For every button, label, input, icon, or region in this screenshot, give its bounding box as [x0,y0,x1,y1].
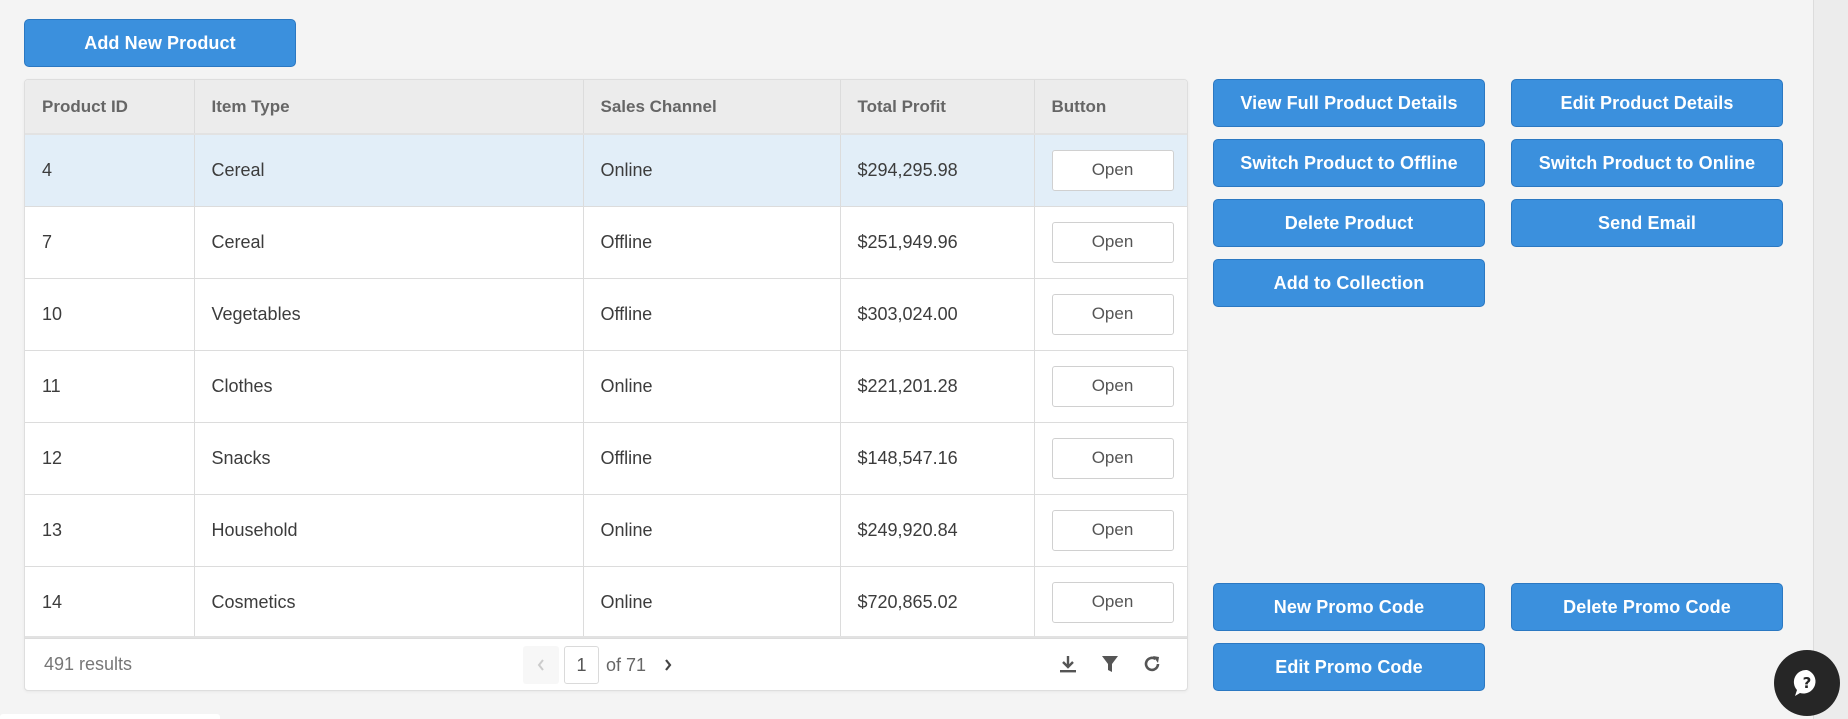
cell-item-type: Household [194,494,584,567]
cell-sales-channel: Online [583,566,841,639]
cell-sales-channel: Online [583,134,841,207]
filter-button[interactable] [1099,653,1121,675]
cell-item-type: Cosmetics [194,566,584,639]
column-header-product-id[interactable]: Product ID [25,80,195,135]
switch-product-to-offline-button[interactable]: Switch Product to Offline [1213,139,1485,187]
bottom-panel-edge [0,714,220,719]
cell-sales-channel: Offline [583,278,841,351]
cell-product-id: 4 [25,134,195,207]
cell-button: Open [1034,350,1187,423]
cell-sales-channel: Offline [583,206,841,279]
chevron-right-icon [665,658,672,671]
delete-product-button[interactable]: Delete Product [1213,199,1485,247]
table-row[interactable]: 11 Clothes Online $221,201.28 Open [25,350,1187,423]
download-icon [1060,656,1076,673]
cell-total-profit: $251,949.96 [840,206,1035,279]
page-number-input[interactable]: 1 [564,646,599,684]
page-count: of 71 [606,654,647,675]
prev-page-button[interactable] [523,646,559,684]
help-chat-icon: ? [1793,669,1816,696]
cell-item-type: Snacks [194,422,584,495]
cell-sales-channel: Online [583,350,841,423]
send-email-button[interactable]: Send Email [1511,199,1783,247]
table-row[interactable]: 7 Cereal Offline $251,949.96 Open [25,206,1187,279]
cell-total-profit: $303,024.00 [840,278,1035,351]
edit-promo-code-button[interactable]: Edit Promo Code [1213,643,1485,691]
column-header-item-type[interactable]: Item Type [194,80,584,135]
cell-button: Open [1034,422,1187,495]
cell-product-id: 11 [25,350,195,423]
cell-item-type: Clothes [194,350,584,423]
download-button[interactable] [1057,653,1079,675]
cell-button: Open [1034,566,1187,639]
cell-product-id: 14 [25,566,195,639]
refresh-icon [1144,656,1160,672]
pagination: 1 of 71 [523,646,672,684]
table-row[interactable]: 10 Vegetables Offline $303,024.00 Open [25,278,1187,351]
new-promo-code-button[interactable]: New Promo Code [1213,583,1485,631]
cell-item-type: Cereal [194,206,584,279]
open-button[interactable]: Open [1051,437,1174,479]
svg-text:?: ? [1803,674,1812,692]
delete-promo-code-button[interactable]: Delete Promo Code [1511,583,1783,631]
cell-item-type: Cereal [194,134,584,207]
column-header-button[interactable]: Button [1034,80,1187,135]
results-count: 491 results [44,653,133,674]
cell-button: Open [1034,134,1187,207]
cell-sales-channel: Online [583,494,841,567]
open-button[interactable]: Open [1051,509,1174,551]
cell-total-profit: $148,547.16 [840,422,1035,495]
cell-sales-channel: Offline [583,422,841,495]
add-new-product-button[interactable]: Add New Product [24,19,296,67]
cell-button: Open [1034,278,1187,351]
add-to-collection-button[interactable]: Add to Collection [1213,259,1485,307]
scrollbar-track[interactable] [1813,0,1848,719]
open-button[interactable]: Open [1051,581,1174,623]
open-button[interactable]: Open [1051,221,1174,263]
cell-product-id: 12 [25,422,195,495]
open-button[interactable]: Open [1051,293,1174,335]
cell-item-type: Vegetables [194,278,584,351]
cell-total-profit: $249,920.84 [840,494,1035,567]
cell-button: Open [1034,494,1187,567]
table-row[interactable]: 12 Snacks Offline $148,547.16 Open [25,422,1187,495]
next-page-button[interactable] [664,655,672,676]
table-footer: 491 results 1 of 71 [25,636,1187,690]
help-button[interactable]: ? [1774,650,1840,716]
products-table: Product ID Item Type Sales Channel Total… [24,79,1188,691]
cell-total-profit: $294,295.98 [840,134,1035,207]
cell-product-id: 7 [25,206,195,279]
table-row[interactable]: 13 Household Online $249,920.84 Open [25,494,1187,567]
filter-icon [1102,656,1118,672]
column-header-total-profit[interactable]: Total Profit [840,80,1035,135]
chevron-left-icon [537,659,544,671]
cell-product-id: 10 [25,278,195,351]
cell-total-profit: $720,865.02 [840,566,1035,639]
open-button[interactable]: Open [1051,365,1174,407]
table-header-row: Product ID Item Type Sales Channel Total… [25,80,1187,135]
table-row[interactable]: 4 Cereal Online $294,295.98 Open [25,134,1187,207]
refresh-button[interactable] [1141,653,1163,675]
open-button[interactable]: Open [1051,149,1174,191]
switch-product-to-online-button[interactable]: Switch Product to Online [1511,139,1783,187]
view-full-product-details-button[interactable]: View Full Product Details [1213,79,1485,127]
table-row[interactable]: 14 Cosmetics Online $720,865.02 Open [25,566,1187,639]
edit-product-details-button[interactable]: Edit Product Details [1511,79,1783,127]
column-header-sales-channel[interactable]: Sales Channel [583,80,841,135]
cell-product-id: 13 [25,494,195,567]
cell-button: Open [1034,206,1187,279]
cell-total-profit: $221,201.28 [840,350,1035,423]
